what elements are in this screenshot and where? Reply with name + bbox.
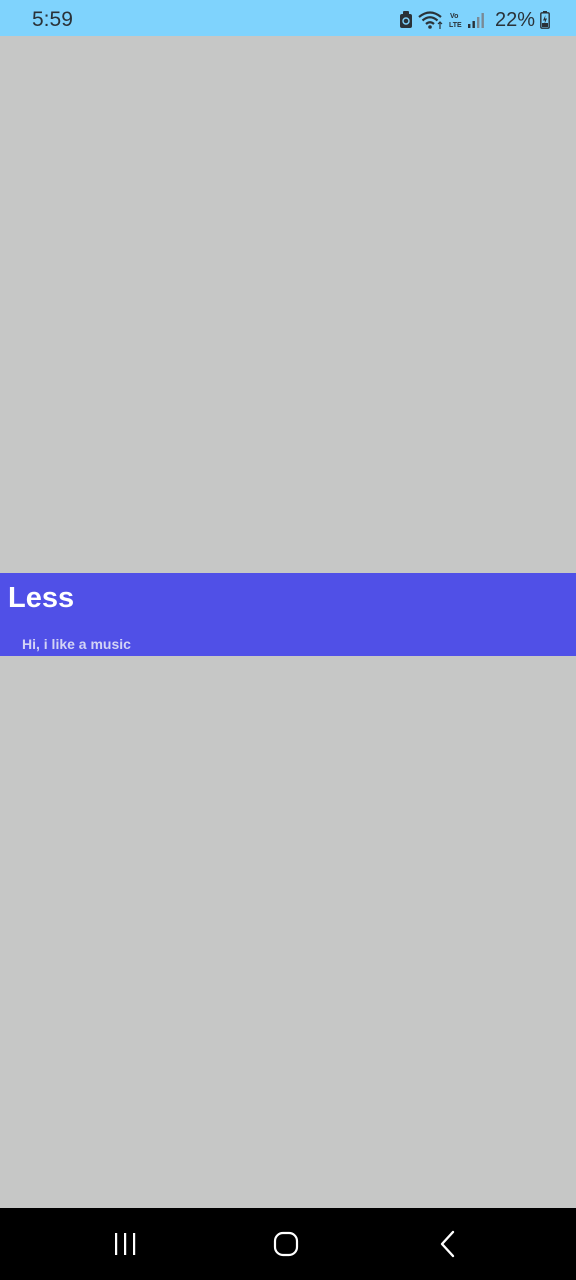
card-subtitle: Hi, i like a music: [22, 636, 131, 652]
home-icon: [273, 1231, 299, 1257]
volte-icon: Vo LTE: [449, 11, 463, 29]
back-button[interactable]: [424, 1226, 472, 1262]
battery-icon: [540, 11, 550, 29]
back-icon: [438, 1230, 458, 1258]
music-card[interactable]: Less Hi, i like a music: [0, 573, 576, 656]
status-icons: Vo LTE 22%: [399, 7, 550, 33]
signal-icon: [467, 11, 486, 29]
recent-apps-icon: [112, 1232, 138, 1256]
card-title: Less: [8, 582, 75, 614]
svg-text:LTE: LTE: [449, 22, 462, 29]
navigation-bar: [0, 1208, 576, 1280]
status-bar: 5:59 Vo LTE 22%: [0, 0, 576, 36]
wifi-icon: [418, 10, 444, 30]
battery-percent: 22%: [494, 9, 535, 31]
recent-apps-button[interactable]: [101, 1226, 149, 1262]
status-time: 5:59: [32, 8, 73, 31]
svg-text:Vo: Vo: [450, 13, 458, 20]
shield-icon: [399, 11, 413, 29]
main-content: Less Hi, i like a music: [0, 36, 576, 1208]
home-button[interactable]: [262, 1226, 310, 1262]
